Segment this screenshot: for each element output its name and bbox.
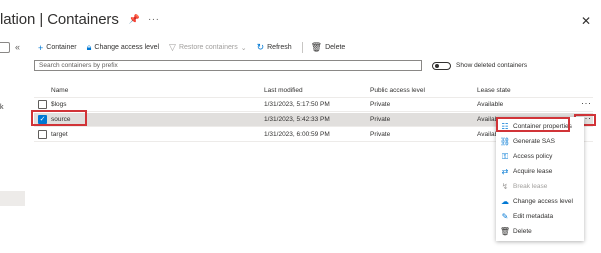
break-lease-icon: ↯ <box>501 182 509 191</box>
sidebar-selected-item[interactable] <box>0 191 25 206</box>
edit-icon: ✎ <box>501 212 509 221</box>
lease-icon: ⇄ <box>501 167 509 176</box>
menu-item-label: Change access level <box>513 198 573 205</box>
menu-item-edit-metadata[interactable]: ✎ Edit metadata <box>496 209 584 224</box>
close-icon[interactable]: ✕ <box>581 14 591 28</box>
trash-icon: 🗑︎ <box>310 42 323 52</box>
container-name[interactable]: target <box>51 131 68 138</box>
menu-item-label: Generate SAS <box>513 138 555 145</box>
show-deleted-label: Show deleted containers <box>456 62 528 69</box>
delete-button[interactable]: 🗑︎ Delete <box>311 42 346 53</box>
menu-item-acquire-lease[interactable]: ⇄ Acquire lease <box>496 164 584 179</box>
last-modified: 1/31/2023, 6:00:59 PM <box>264 131 330 138</box>
highlight-container-properties <box>496 117 570 132</box>
menu-item-generate-sas[interactable]: ⛓ Generate SAS <box>496 134 584 149</box>
refresh-icon: ↻ <box>256 42 265 52</box>
last-modified: 1/31/2023, 5:42:33 PM <box>264 116 330 123</box>
double-chevron-left-icon[interactable]: « <box>15 42 20 52</box>
show-deleted-toggle[interactable] <box>432 62 451 70</box>
page-header: lation | Containers 📌 ··· <box>0 11 159 28</box>
change-access-level-button[interactable]: 🔒︎ Change access level <box>87 42 159 53</box>
toolbar: + Container 🔒︎ Change access level ▽ Res… <box>38 42 355 53</box>
trash-icon: 🗑︎ <box>499 227 511 236</box>
key-icon: ⚿ <box>501 151 509 161</box>
toolbar-divider <box>301 42 303 53</box>
menu-item-label: Access policy <box>513 153 553 160</box>
restore-icon: ▽ <box>169 42 176 52</box>
column-header-last-modified[interactable]: Last modified <box>264 87 303 94</box>
pin-icon[interactable]: 📌 <box>129 14 140 25</box>
menu-item-label: Edit metadata <box>513 213 554 220</box>
refresh-button[interactable]: ↻ Refresh <box>257 42 292 53</box>
change-access-level-label: Change access level <box>94 44 160 51</box>
page-title: lation | Containers <box>0 11 119 28</box>
access-level: Private <box>370 131 391 138</box>
sidebar-search-box[interactable] <box>0 42 10 53</box>
container-name[interactable]: $logs <box>51 101 67 108</box>
row-checkbox[interactable] <box>38 130 47 139</box>
restore-containers-label: Restore containers <box>178 44 238 51</box>
access-level: Private <box>370 101 391 108</box>
plus-icon: + <box>38 42 44 53</box>
row-checkbox[interactable] <box>38 100 47 109</box>
context-menu: ☷ Container properties ⛓ Generate SAS ⚿ … <box>496 117 584 241</box>
highlight-source-row <box>31 110 87 126</box>
ellipsis-icon[interactable]: ··· <box>581 98 592 108</box>
add-container-label: Container <box>46 44 77 51</box>
restore-containers-button[interactable]: ▽ Restore containers ⌄ <box>169 42 247 53</box>
last-modified: 1/31/2023, 5:17:50 PM <box>264 101 330 108</box>
cloud-icon: ☁ <box>501 197 509 206</box>
access-level: Private <box>370 116 391 123</box>
sidebar-text-fragment: k <box>0 104 4 111</box>
search-input[interactable]: Search containers by prefix <box>34 60 422 71</box>
table-row[interactable]: $logs 1/31/2023, 5:17:50 PM Private Avai… <box>34 98 593 112</box>
menu-item-access-policy[interactable]: ⚿ Access policy <box>496 149 584 164</box>
add-container-button[interactable]: + Container <box>38 43 77 53</box>
menu-item-label: Delete <box>513 228 532 235</box>
lock-icon: 🔒︎ <box>86 42 92 52</box>
refresh-label: Refresh <box>267 44 292 51</box>
chevron-down-icon: ⌄ <box>240 44 247 52</box>
delete-label: Delete <box>325 44 346 51</box>
column-header-name[interactable]: Name <box>51 87 68 94</box>
link-icon: ⛓ <box>499 137 511 146</box>
ellipsis-icon[interactable]: ··· <box>148 14 160 25</box>
menu-item-delete[interactable]: 🗑︎ Delete <box>496 224 584 239</box>
lease-state: Available <box>477 101 504 108</box>
column-header-lease-state[interactable]: Lease state <box>477 87 511 94</box>
menu-item-change-access-level[interactable]: ☁ Change access level <box>496 194 584 209</box>
column-header-access-level[interactable]: Public access level <box>370 87 425 94</box>
menu-item-label: Acquire lease <box>513 168 553 175</box>
menu-item-break-lease[interactable]: ↯ Break lease <box>496 179 584 194</box>
menu-item-label: Break lease <box>513 183 548 190</box>
